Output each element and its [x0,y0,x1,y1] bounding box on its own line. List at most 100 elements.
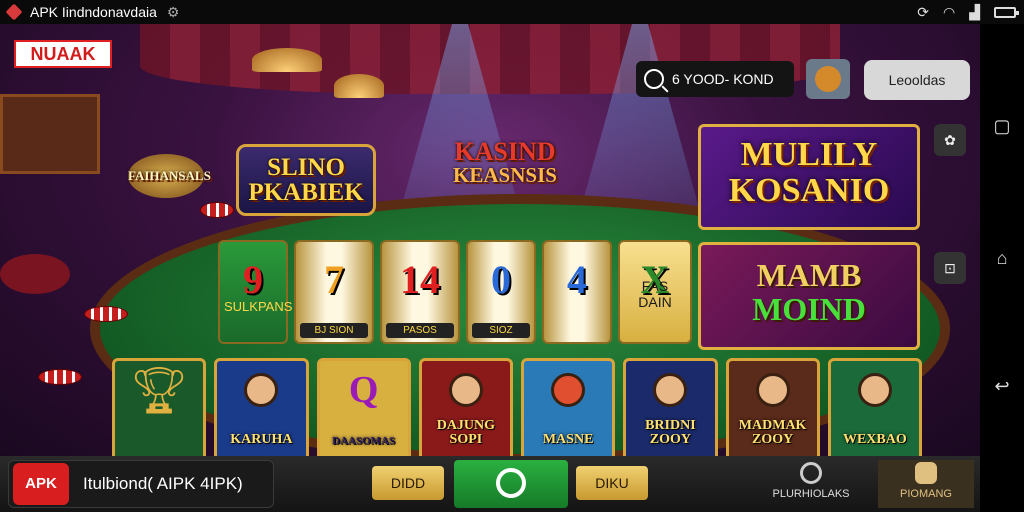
bottom-bar: APK Itulbiond( AIPK 4IPK) DIDD DIKU PLUR… [0,456,980,512]
reel-label: BJ SION [300,323,368,338]
banner1-line1: MULILY [740,136,878,173]
sign-left-line1: SLINO [267,154,345,181]
reel-symbol: 0 [491,257,511,302]
profile-button[interactable] [806,59,850,99]
battery-icon [994,6,1019,18]
reel-symbol: 7 [324,257,344,302]
sign-center-line1: KASIND [454,137,556,166]
reel-symbol: 9 [243,257,263,302]
character-portrait [448,373,483,408]
banner2-line1: MAMB [756,257,862,293]
recents-button[interactable]: ▢ [992,116,1012,136]
casino-sign-left: SLINO PKABIEK [236,144,376,216]
reel-symbol: 14 [400,257,440,302]
ceiling-lamp [252,48,322,72]
reel-label: SULKPANS [224,299,293,314]
reel-label: PASOS [386,323,454,338]
tile-art [524,361,612,420]
sign-left-line2: PKABIEK [248,179,364,206]
signal-icon: ▟ [969,3,980,20]
gift-icon [915,462,937,484]
home-button[interactable]: ⌂ [992,248,1012,268]
wifi-icon: ◠ [943,3,956,20]
tile-name: WEXBAO [842,432,907,447]
reel[interactable]: 0 SIOZ [466,240,536,344]
chip-stack [200,202,234,218]
game-tiles: 🏆︎ KARUHA Q DAASOMAS DAJUNG SOPI MASNE B… [112,358,922,456]
slot-reels[interactable]: 9 SULKPANS 7 BJ SION 14 PASOS 0 SIOZ 4 X… [218,240,698,346]
right-button[interactable]: DIKU [576,466,648,500]
chip-stack [38,369,82,385]
tile-art [626,361,714,420]
tool1-label: PLURHIOLAKS [772,488,850,500]
search-bar[interactable]: 6 YOOD- KOND [636,61,794,97]
game-tile[interactable]: Q DAASOMAS [316,358,411,456]
promo-button[interactable]: PIOMANG [878,460,974,508]
tool2-label: PIOMANG [900,488,952,500]
reel-label: FAS DAIN [638,278,672,310]
tile-name: KARUHA [230,432,293,447]
game-tile[interactable]: DAJUNG SOPI [418,358,513,456]
brand-logo[interactable]: NUAAK [14,40,112,68]
spin-icon [496,468,526,498]
tile-name: MASNE [542,432,594,447]
tile-name: MADMAK ZOOY [738,418,807,447]
game-tile[interactable]: 🏆︎ [112,358,207,456]
app-icon [5,3,23,21]
back-button[interactable]: ↩ [992,376,1012,396]
apk-download-box[interactable]: APK Itulbiond( AIPK 4IPK) [8,460,274,508]
tile-name: DAJUNG SOPI [436,418,496,447]
gamepad-button[interactable]: ⊡ [934,252,966,284]
reel[interactable]: 7 BJ SION [294,240,374,344]
spin-button[interactable] [454,460,568,508]
status-title: APK Iindndonavdaia [30,4,157,20]
reel[interactable]: 14 PASOS [380,240,460,344]
game-tile[interactable]: KARUHA [214,358,309,456]
reel[interactable]: 9 SULKPANS [218,240,293,344]
banner2-line2: MOIND [752,290,866,327]
status-bar: APK Iindndonavdaia ⚙ ⟳ ◠ ▟ [0,0,1024,24]
reel-symbol: 4 [567,257,587,302]
game-tile[interactable]: WEXBAO [827,358,922,456]
tile-art: Q [348,369,379,412]
bar-stool [0,254,70,294]
players-button[interactable]: PLURHIOLAKS [766,460,856,508]
settings-gear-button[interactable]: ✿ [934,124,966,156]
game-tile[interactable]: MASNE [521,358,616,456]
reel[interactable]: 4 [542,240,612,344]
gear-icon: ⚙ [166,3,180,20]
character-portrait [755,373,790,408]
wall-sign-small: FAIHANSALS [128,154,211,198]
promo-banner-2[interactable]: MAMB MOIND [698,242,920,350]
casino-scene: NUAAK FAIHANSALS SLINO PKABIEK KASIND KE… [0,24,980,456]
tile-art [729,361,817,420]
character-portrait [551,373,586,408]
sync-icon: ⟳ [917,3,929,20]
game-tile[interactable]: BRIDNI ZOOY [623,358,718,456]
trophy-icon: 🏆︎ [129,363,189,416]
promo-banner-1[interactable]: MULILY KOSANIO [698,124,920,230]
search-icon [644,69,664,89]
wall-shelf [0,94,100,174]
tile-name: BRIDNI ZOOY [645,418,696,447]
game-tile[interactable]: MADMAK ZOOY [725,358,820,456]
chip-stack [84,306,128,322]
banner1-line2: KOSANIO [728,171,890,209]
casino-sign-center: KASIND KEASNSIS [430,129,580,199]
character-portrait [244,373,279,408]
search-text: 6 YOOD- KOND [672,71,774,87]
tile-art [831,361,919,420]
reel[interactable]: X FAS DAIN [618,240,692,344]
refresh-icon [800,462,822,484]
left-button[interactable]: DIDD [372,466,444,500]
character-portrait [653,373,688,408]
ceiling-lamp [334,74,384,98]
login-button[interactable]: Leooldas [864,60,970,100]
tile-art [217,361,305,420]
avatar [815,66,841,92]
tile-name: DAASOMAS [332,435,396,447]
character-portrait [857,373,892,408]
navigation-bar: ▢ ⌂ ↩ [980,24,1024,512]
tile-art [422,361,510,420]
reel-label: SIOZ [472,323,530,338]
